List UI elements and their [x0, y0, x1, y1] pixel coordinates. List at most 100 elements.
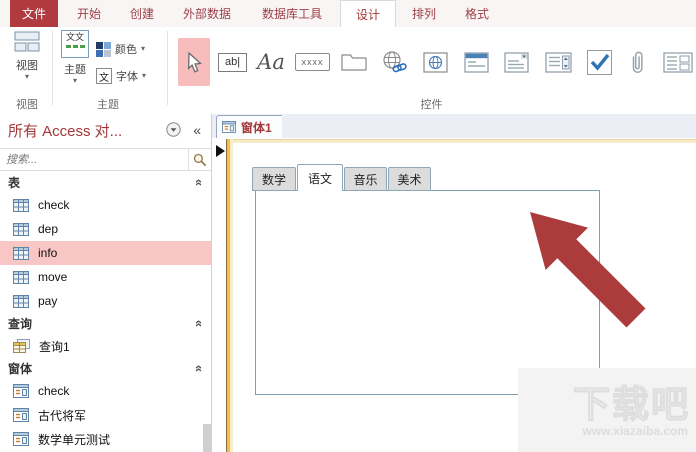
tab-database-tools[interactable]: 数据库工具 [248, 0, 336, 27]
attachment-control-button[interactable] [623, 38, 651, 86]
nav-item-label: dep [38, 222, 59, 236]
navigation-control-button[interactable] [459, 38, 493, 86]
nav-item-table-check[interactable]: check [0, 193, 211, 217]
command-button-icon: xxxx [295, 53, 330, 71]
subform-icon [663, 51, 693, 73]
navigation-pane: 所有 Access 对... « 表 « c [0, 114, 212, 452]
shutter-bar-close-button[interactable]: « [193, 122, 201, 138]
fonts-button[interactable]: 文 字体 ▾ [96, 65, 162, 87]
dropdown-circle-icon [166, 122, 181, 137]
form-top-edge [226, 139, 696, 143]
nav-item-form-shuxuedanyuanceshi[interactable]: 数学单元测试 [0, 427, 211, 451]
group-divider [52, 31, 53, 105]
form-tab-label: 音乐 [353, 172, 378, 187]
controls-gallery: ab| Aa xxxx [178, 37, 696, 87]
themes-group-label: 主题 [97, 99, 119, 111]
nav-item-form-check[interactable]: check [0, 379, 211, 403]
tab-arrange[interactable]: 排列 [398, 0, 450, 27]
nav-item-table-move[interactable]: move [0, 265, 211, 289]
group-header-queries[interactable]: 查询 « [0, 313, 211, 334]
combo-box-icon [504, 51, 529, 73]
label-icon: Aa [257, 49, 285, 74]
table-icon [13, 222, 29, 236]
form-tab-math[interactable]: 数学 [252, 167, 296, 191]
table-icon [13, 246, 29, 260]
check-box-control-button[interactable] [583, 38, 616, 86]
form-tab-art[interactable]: 美术 [388, 167, 431, 191]
ribbon-tab-bar: 文件 开始 创建 外部数据 数据库工具 设计 排列 格式 [0, 0, 696, 28]
views-group-label: 视图 [16, 99, 38, 111]
nav-pane-list: 表 « check dep info move pay 查询 « 查询1 窗体 … [0, 172, 211, 451]
form-tab-music[interactable]: 音乐 [344, 167, 387, 191]
subform-control-button[interactable] [658, 38, 696, 86]
tab-design[interactable]: 设计 [340, 0, 396, 28]
combo-box-control-button[interactable] [500, 38, 533, 86]
cursor-icon [186, 51, 203, 73]
group-divider [167, 31, 168, 105]
nav-item-table-pay[interactable]: pay [0, 289, 211, 313]
form-left-edge [226, 139, 233, 452]
fonts-icon: 文 [96, 68, 112, 84]
nav-item-table-info[interactable]: info [0, 241, 211, 265]
access-window: 文件 开始 创建 外部数据 数据库工具 设计 排列 格式 视图 ▾ 视图 文文 … [0, 0, 696, 452]
textbox-control-button[interactable]: ab| [217, 38, 248, 86]
list-box-spinner-icon [544, 51, 572, 73]
hyperlink-globe-icon [381, 50, 407, 74]
tab-format[interactable]: 格式 [452, 0, 502, 27]
table-icon [13, 270, 29, 284]
group-header-forms[interactable]: 窗体 « [0, 358, 211, 379]
nav-item-label: check [38, 384, 70, 398]
nav-pane-scrollbar[interactable] [203, 424, 211, 452]
watermark: 下载吧 www.xiazaiba.com [518, 368, 696, 452]
themes-icon: 文文 [61, 30, 89, 58]
web-browser-control-button[interactable] [418, 38, 452, 86]
search-input[interactable] [0, 149, 188, 170]
dropdown-arrow-icon: ▾ [142, 71, 147, 80]
document-tab-form1[interactable]: 窗体1 [216, 115, 282, 138]
textbox-icon: ab| [218, 52, 247, 72]
tab-external-data[interactable]: 外部数据 [170, 0, 244, 27]
tab-create[interactable]: 创建 [118, 0, 166, 27]
form-icon [13, 384, 29, 398]
list-box-control-button[interactable] [540, 38, 576, 86]
tab-home[interactable]: 开始 [64, 0, 114, 27]
controls-group-label: 控件 [420, 99, 443, 111]
form-tab-label: 美术 [397, 172, 422, 187]
fonts-button-label: 字体 [116, 71, 138, 83]
form-tab-label: 语文 [307, 171, 332, 186]
form-tab-chinese[interactable]: 语文 [297, 164, 343, 191]
dropdown-arrow-icon: ▾ [24, 72, 29, 81]
nav-item-label: pay [38, 294, 58, 308]
group-label: 表 [8, 176, 21, 190]
annotation-arrow [530, 212, 646, 328]
select-tool-button[interactable] [178, 38, 210, 86]
colors-button-label: 颜色 [115, 44, 137, 56]
nav-item-label: 查询1 [39, 339, 70, 354]
button-control-button[interactable]: xxxx [294, 38, 331, 86]
themes-button[interactable]: 文文 主题 ▾ [54, 30, 96, 92]
nav-item-query-1[interactable]: 查询1 [0, 334, 211, 358]
themes-button-label: 主题 [64, 64, 86, 76]
search-box [0, 148, 211, 171]
nav-item-form-gudaijiangjun[interactable]: 古代将军 [0, 403, 211, 427]
form-tab-label: 数学 [261, 172, 286, 187]
tab-control-button[interactable] [338, 38, 370, 86]
watermark-url: www.xiazaiba.com [582, 424, 688, 438]
watermark-logo-text: 下载吧 [572, 383, 690, 425]
tab-file[interactable]: 文件 [10, 0, 58, 27]
views-button[interactable]: 视图 ▾ [6, 30, 48, 92]
nav-item-label: 古代将军 [38, 408, 87, 423]
collapse-chevron-icon: « [191, 178, 207, 187]
query-icon [13, 339, 30, 353]
table-icon [13, 198, 29, 212]
hyperlink-control-button[interactable] [377, 38, 411, 86]
collapse-chevron-icon: « [191, 364, 207, 373]
group-header-tables[interactable]: 表 « [0, 172, 211, 193]
table-icon [13, 294, 29, 308]
nav-pane-menu-button[interactable] [166, 122, 181, 137]
colors-button[interactable]: 颜色 ▾ [96, 38, 162, 60]
paperclip-icon [629, 49, 646, 76]
nav-item-table-dep[interactable]: dep [0, 217, 211, 241]
nav-item-label: move [38, 270, 68, 284]
label-control-button[interactable]: Aa [255, 38, 287, 86]
